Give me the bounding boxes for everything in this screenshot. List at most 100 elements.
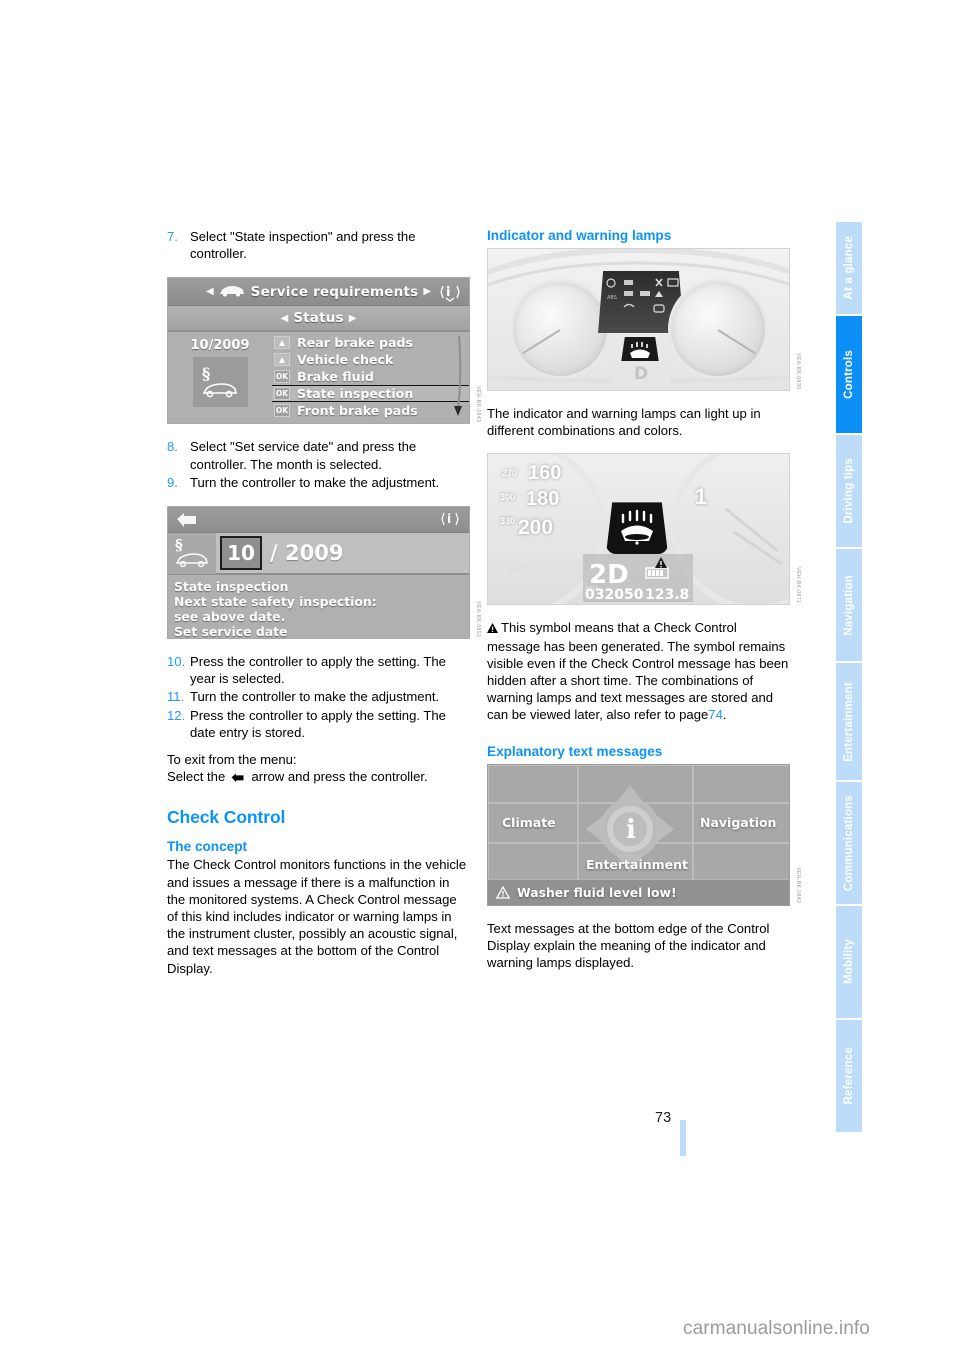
date-edit-bar: § 10 / 2009	[168, 532, 469, 576]
symbol-note-text: This symbol means that a Check Control m…	[487, 620, 789, 723]
svg-text:i: i	[626, 815, 636, 845]
row-label: State inspection	[297, 386, 414, 402]
idrive-body: 10/2009 § ▲ Rear brake pads ▲ Vehicle ch…	[168, 332, 469, 424]
odometer-value: 032050	[585, 587, 644, 604]
speedometer-dial	[510, 279, 610, 379]
figure-code: VEH.BK.0852	[475, 600, 481, 638]
step-text: Select "Set service date" and press the …	[190, 439, 417, 472]
idrive-screenshot: ◀ Service requirements ▶ i ◀ Status ▶ 10…	[167, 277, 470, 425]
sidebar-item-navigation[interactable]: Navigation	[836, 549, 862, 661]
sidebar-item-reference[interactable]: Reference	[836, 1020, 862, 1132]
step-list-b: 8. Select "Set service date" and press t…	[167, 438, 470, 491]
ok-badge-icon: OK	[274, 404, 290, 418]
menu-item-entertainment[interactable]: Entertainment	[586, 857, 688, 872]
list-item: 9. Turn the controller to make the adjus…	[167, 474, 470, 491]
heading-indicator-warning-lamps: Indicator and warning lamps	[487, 228, 672, 243]
figure-control-display: i Climate Navigation Entertainment Washe…	[487, 763, 801, 906]
back-arrow-icon[interactable]	[176, 511, 200, 532]
lamps-paragraph: The indicator and warning lamps can ligh…	[487, 406, 761, 439]
svg-text:§: §	[175, 536, 183, 554]
table-row[interactable]: OK Front brake pads	[272, 402, 469, 419]
row-label: Vehicle check	[297, 352, 394, 368]
exit-menu-line-2: Select the arrow and press the controlle…	[167, 768, 470, 787]
sidebar-item-communications[interactable]: Communications	[836, 782, 862, 904]
check-control-warning-icon	[654, 556, 668, 574]
gear-and-odometer-display: 2D mls 032050 123.8	[583, 554, 693, 604]
svg-text:ABS: ABS	[607, 295, 617, 301]
list-item: 12. Press the controller to apply the se…	[167, 707, 470, 741]
step-text: Press the controller to apply the settin…	[190, 707, 446, 740]
car-icon	[219, 282, 245, 301]
table-row[interactable]: OK Brake fluid	[272, 368, 469, 385]
washer-fluid-telltale-icon	[606, 502, 668, 555]
right-arrow-icon: ▶	[423, 286, 432, 298]
sidebar-item-label: Communications	[843, 794, 855, 892]
figure-instrument-cluster: ABS D VEH.BK.0930	[487, 248, 801, 391]
watermark: carmanualsonline.info	[683, 1318, 870, 1339]
help-line: see above date.	[174, 609, 286, 625]
table-row[interactable]: ▲ Vehicle check	[272, 351, 469, 368]
sidebar-item-label: Mobility	[843, 939, 855, 985]
help-line: Next state safety inspection:	[174, 594, 377, 610]
date-setting-screenshot: i § 10 / 2009 State inspection Next stat…	[167, 506, 470, 640]
month-field[interactable]: 10	[220, 536, 262, 571]
svg-text:§: §	[202, 364, 210, 383]
gear-display: D	[612, 361, 670, 387]
step-list-a: 7. Select "State inspection" and press t…	[167, 228, 470, 262]
figure-cluster-zoom: 270 160 300 180 330 200 1 2D mls 032050 …	[487, 453, 801, 606]
left-arrow-icon: ◀	[205, 286, 214, 298]
temp-mark: 300	[500, 492, 516, 503]
cluster-zoom-photo: 270 160 300 180 330 200 1 2D mls 032050 …	[487, 453, 790, 606]
scrollbar[interactable]	[453, 336, 463, 421]
instrument-cluster-photo: ABS D	[487, 248, 790, 391]
list-item: 7. Select "State inspection" and press t…	[167, 228, 470, 262]
warning-triangle-icon	[487, 620, 498, 637]
step-number: 10.	[167, 654, 186, 670]
inspection-badge-icon: §	[168, 532, 216, 575]
speed-mark: 200	[518, 516, 554, 540]
breadcrumb-label: Service requirements	[250, 283, 419, 300]
sidebar-item-driving-tips[interactable]: Driving tips	[836, 435, 862, 547]
exit-suffix: arrow and press the controller.	[251, 769, 428, 785]
page-title: Check Control	[167, 807, 286, 828]
chapter-sidebar: At a glance Controls Driving tips Naviga…	[836, 222, 862, 1152]
step-text: Press the controller to apply the settin…	[190, 654, 446, 687]
idrive-status-bar: ◀ Status ▶	[168, 306, 469, 333]
table-row-selected[interactable]: OK State inspection	[272, 385, 469, 403]
step-text: Select "State inspection" and press the …	[190, 229, 416, 262]
menu-item-climate[interactable]: Climate	[502, 815, 556, 830]
year-value: 2009	[284, 541, 344, 566]
sidebar-item-entertainment[interactable]: Entertainment	[836, 663, 862, 780]
washer-fluid-telltale-icon	[621, 337, 659, 363]
sidebar-item-label: Controls	[843, 350, 855, 399]
sidebar-item-at-a-glance[interactable]: At a glance	[836, 222, 862, 314]
status-message-bar: Washer fluid level low!	[488, 878, 789, 905]
figure-code: VEH.BK.0842	[795, 867, 801, 904]
left-arrow-icon: ◀	[280, 312, 289, 324]
sidebar-item-label: Navigation	[843, 574, 855, 636]
row-label: Brake fluid	[297, 369, 374, 385]
table-row[interactable]: ▲ Rear brake pads	[272, 334, 469, 351]
left-column: 7. Select "State inspection" and press t…	[167, 228, 481, 977]
svg-text:i: i	[447, 512, 451, 526]
symbol-note-period: .	[722, 707, 727, 723]
list-item: 8. Select "Set service date" and press t…	[167, 438, 470, 472]
service-item-list: ▲ Rear brake pads ▲ Vehicle check OK Bra…	[272, 332, 469, 423]
date-separator: /	[270, 541, 278, 566]
control-display-photo: i Climate Navigation Entertainment Washe…	[487, 763, 790, 906]
menu-item-navigation[interactable]: Navigation	[700, 815, 776, 830]
sidebar-item-controls[interactable]: Controls	[836, 316, 862, 433]
step-text: Turn the controller to make the adjustme…	[190, 474, 440, 490]
sidebar-item-mobility[interactable]: Mobility	[836, 906, 862, 1018]
help-line: Set service date	[174, 624, 288, 640]
speed-mark: 180	[526, 488, 560, 511]
warning-triangle-icon: ▲	[274, 353, 290, 367]
right-arrow-icon: ▶	[348, 312, 357, 324]
date-topbar: i	[168, 507, 469, 534]
step-number: 11.	[167, 689, 185, 705]
gear-value: D	[633, 364, 649, 384]
year-field[interactable]: / 2009	[262, 541, 469, 565]
manual-page: At a glance Controls Driving tips Naviga…	[0, 0, 960, 1358]
page-reference-link[interactable]: 74	[708, 707, 723, 722]
row-label: Rear brake pads	[297, 335, 414, 351]
